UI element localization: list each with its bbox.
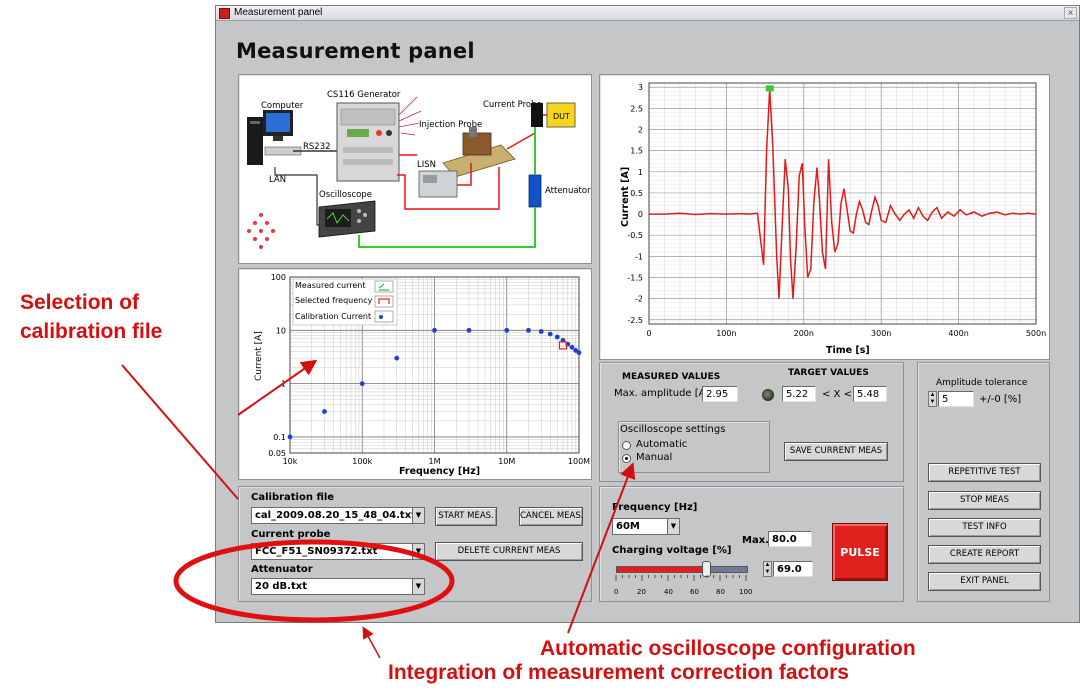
arrow-cal-chart [237, 359, 318, 416]
highlight-ellipse [173, 539, 455, 623]
arrow-cal-file [121, 364, 239, 500]
arrow-osc-config [567, 462, 636, 634]
annotation-automatic-oscilloscope: Automatic oscilloscope configuration [540, 637, 916, 660]
arrow-integration [362, 626, 381, 659]
annotation-overlay [121, 359, 636, 659]
annotation-integration-correction: Integration of measurement correction fa… [388, 661, 849, 684]
